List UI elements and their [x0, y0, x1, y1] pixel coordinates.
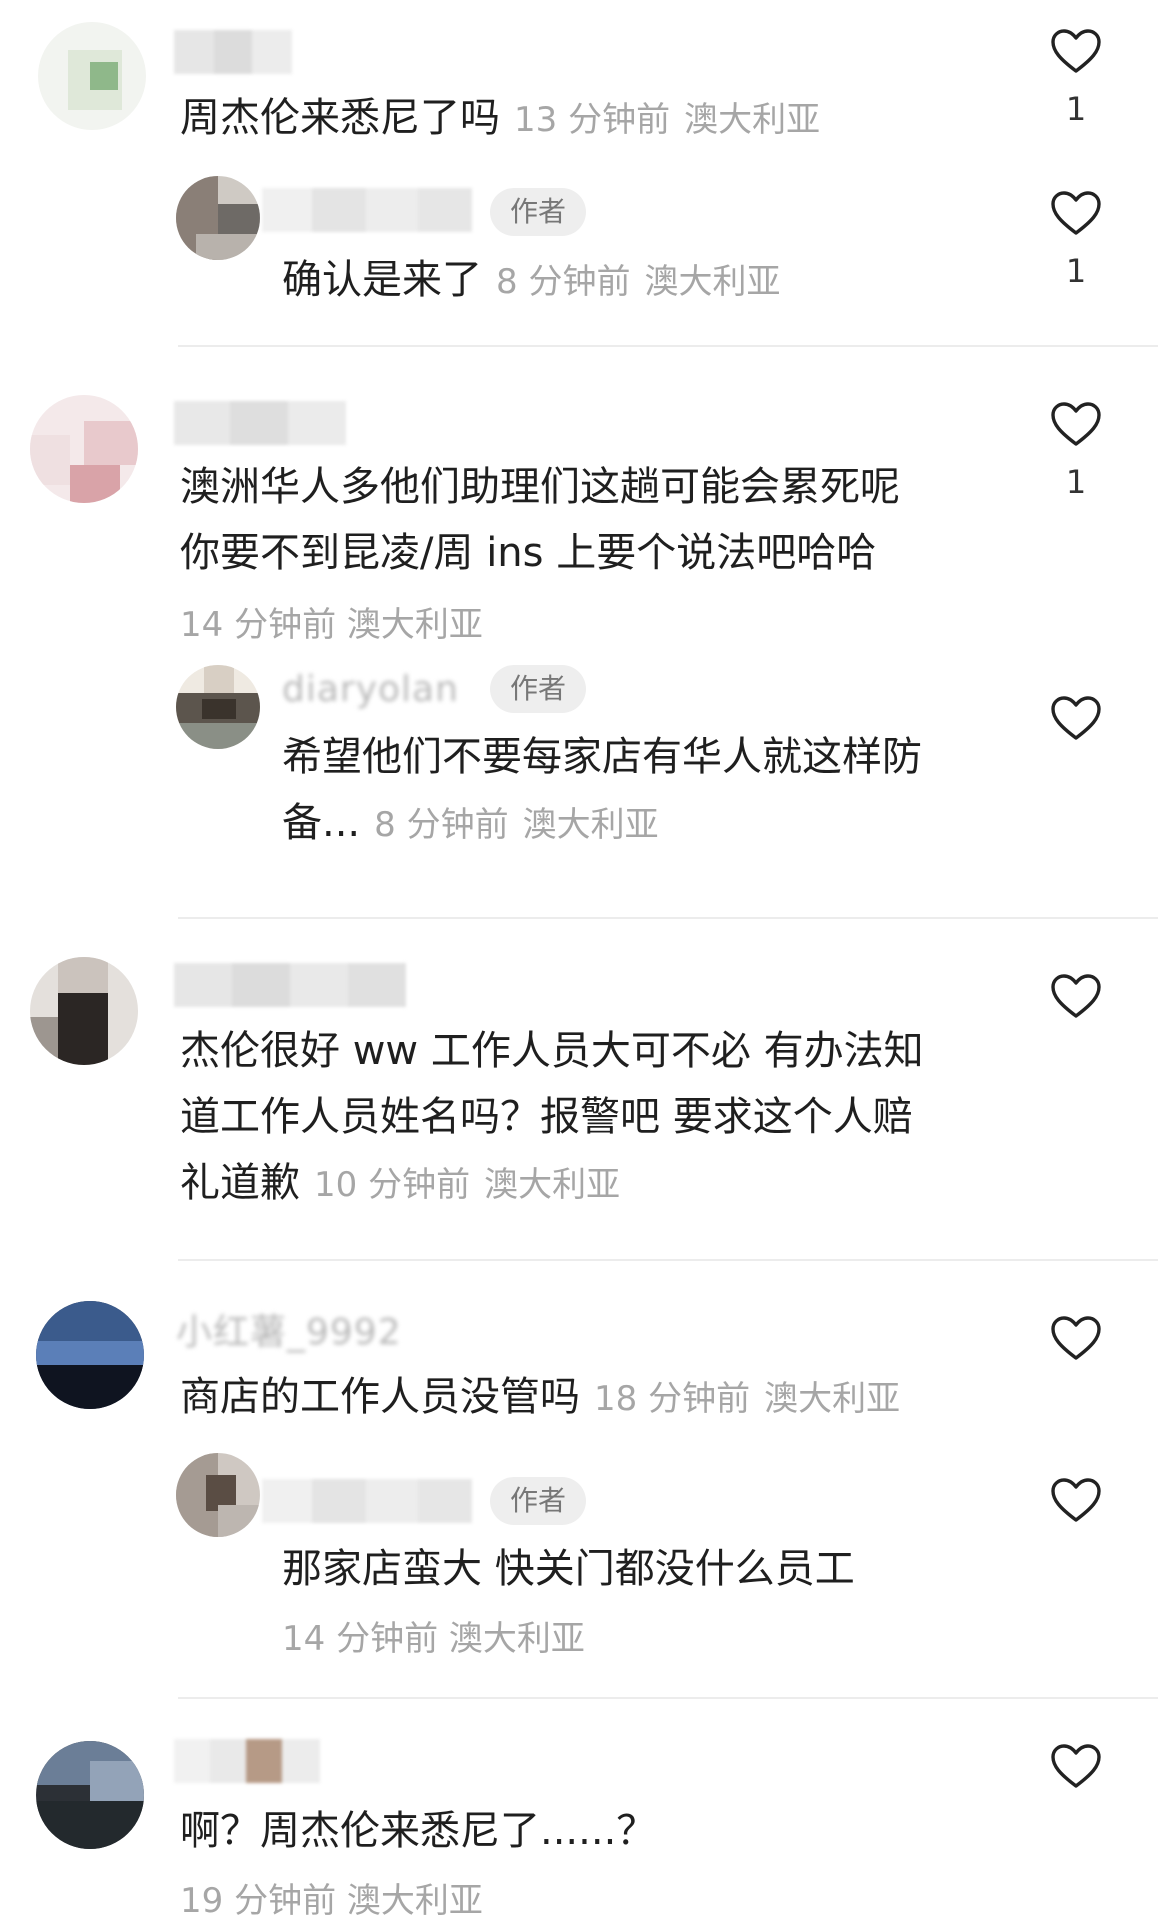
reply-time: 8 分钟前	[496, 262, 631, 302]
reply-text[interactable]: 确认是来了 8 分钟前 澳大利亚	[282, 247, 780, 315]
comment-location: 澳大利亚	[684, 100, 821, 140]
comment-text[interactable]: 啊？周杰伦来悉尼了......？	[180, 1798, 656, 1864]
comment-line: 道工作人员姓名吗？报警吧 要求这个人赔	[180, 1094, 913, 1140]
reply-username-blurred[interactable]: diaryolan	[282, 669, 459, 710]
comment-meta: 19 分钟前 澳大利亚	[180, 1873, 483, 1922]
reply-time: 14 分钟前	[282, 1619, 439, 1659]
comment-time: 18 分钟前	[594, 1379, 751, 1419]
reply-like-button[interactable]	[1048, 695, 1104, 741]
comment-item: 周杰伦来悉尼了吗 13 分钟前 澳大利亚 1 作者 确认是来了 8 分钟前 澳大利亚 1	[0, 0, 1158, 345]
username-blurred[interactable]	[174, 1739, 320, 1783]
like-button[interactable]: 1	[1048, 401, 1104, 501]
comment-location: 澳大利亚	[346, 605, 483, 645]
heart-outline-icon	[1051, 402, 1101, 446]
comment-time: 13 分钟前	[514, 100, 671, 140]
reply-username-blurred[interactable]	[262, 1479, 472, 1523]
heart-outline-icon	[1051, 29, 1101, 73]
username-blurred[interactable]: 小红薯_9992	[176, 1303, 402, 1355]
username-blurred[interactable]	[174, 401, 346, 445]
reply-content: 那家店蛮大 快关门都没什么员工	[282, 1546, 855, 1592]
avatar[interactable]	[36, 1301, 144, 1409]
like-count: 1	[1065, 252, 1087, 290]
reply-like-button[interactable]: 1	[1048, 190, 1104, 290]
heart-outline-icon	[1051, 974, 1101, 1018]
comment-item: 杰伦很好 ww 工作人员大可不必 有办法知 道工作人员姓名吗？报警吧 要求这个人…	[0, 919, 1158, 1259]
like-count: 1	[1065, 463, 1087, 501]
reply-line: 备...	[282, 800, 361, 846]
comment-item: 小红薯_9992 商店的工作人员没管吗 18 分钟前 澳大利亚 作者 那家店蛮大 快…	[0, 1261, 1158, 1697]
comment-time: 14 分钟前	[180, 605, 337, 645]
author-badge: 作者	[490, 188, 587, 236]
reply-line: 希望他们不要每家店有华人就这样防	[282, 734, 922, 780]
comment-content: 啊？周杰伦来悉尼了......？	[180, 1808, 657, 1854]
heart-outline-icon	[1051, 696, 1101, 740]
username-blurred[interactable]	[174, 30, 292, 74]
heart-outline-icon	[1051, 1316, 1101, 1360]
like-button[interactable]: 1	[1048, 28, 1104, 128]
comment-location: 澳大利亚	[764, 1379, 901, 1419]
avatar[interactable]	[36, 1741, 144, 1849]
reply-text[interactable]: 希望他们不要每家店有华人就这样防	[282, 724, 922, 790]
username-blurred[interactable]	[174, 963, 406, 1007]
reply-avatar[interactable]	[176, 665, 260, 749]
comment-time: 10 分钟前	[314, 1165, 471, 1205]
comment-content: 周杰伦来悉尼了吗	[180, 95, 500, 141]
comment-line: 杰伦很好 ww 工作人员大可不必 有办法知	[180, 1028, 924, 1074]
comment-text[interactable]: 商店的工作人员没管吗 18 分钟前 澳大利亚	[180, 1364, 900, 1432]
comment-item: 澳洲华人多他们助理们这趟可能会累死呢 你要不到昆凌/周 ins 上要个说法吧哈哈…	[0, 347, 1158, 917]
comment-content: 商店的工作人员没管吗	[180, 1374, 580, 1420]
reply-text-line2[interactable]: 备... 8 分钟前 澳大利亚	[282, 790, 659, 858]
comment-line: 你要不到昆凌/周 ins 上要个说法吧哈哈	[180, 530, 877, 576]
comment-meta: 14 分钟前 澳大利亚	[180, 597, 483, 646]
avatar[interactable]	[38, 22, 146, 130]
comment-location: 澳大利亚	[346, 1881, 483, 1921]
avatar[interactable]	[30, 395, 138, 503]
like-button[interactable]	[1048, 973, 1104, 1019]
reply-meta: 14 分钟前 澳大利亚	[282, 1611, 585, 1660]
avatar[interactable]	[30, 957, 138, 1065]
comment-text-line2[interactable]: 道工作人员姓名吗？报警吧 要求这个人赔	[180, 1084, 913, 1150]
like-button[interactable]	[1048, 1743, 1104, 1789]
comment-text[interactable]: 周杰伦来悉尼了吗 13 分钟前 澳大利亚	[180, 85, 820, 153]
heart-outline-icon	[1051, 1478, 1101, 1522]
comment-item: 啊？周杰伦来悉尼了......？ 19 分钟前 澳大利亚	[0, 1699, 1158, 1925]
reply-time: 8 分钟前	[374, 805, 509, 845]
reply-avatar[interactable]	[176, 176, 260, 260]
comment-time: 19 分钟前	[180, 1881, 337, 1921]
comment-location: 澳大利亚	[484, 1165, 621, 1205]
reply-username-blurred[interactable]	[262, 188, 472, 232]
like-count: 1	[1065, 90, 1087, 128]
reply-content: 确认是来了	[282, 257, 482, 303]
comment-text[interactable]: 杰伦很好 ww 工作人员大可不必 有办法知	[180, 1018, 924, 1084]
heart-outline-icon	[1051, 1744, 1101, 1788]
comment-line: 澳洲华人多他们助理们这趟可能会累死呢	[180, 464, 900, 510]
like-button[interactable]	[1048, 1315, 1104, 1361]
comment-text[interactable]: 澳洲华人多他们助理们这趟可能会累死呢	[180, 454, 900, 520]
comment-text-line3[interactable]: 礼道歉 10 分钟前 澳大利亚	[180, 1150, 620, 1218]
reply-like-button[interactable]	[1048, 1477, 1104, 1523]
reply-location: 澳大利亚	[522, 805, 659, 845]
comment-line: 礼道歉	[180, 1160, 300, 1206]
reply-avatar[interactable]	[176, 1453, 260, 1537]
author-badge: 作者	[490, 1477, 587, 1525]
author-badge: 作者	[490, 665, 587, 713]
reply-location: 澳大利亚	[448, 1619, 585, 1659]
heart-outline-icon	[1051, 191, 1101, 235]
comment-text-line2[interactable]: 你要不到昆凌/周 ins 上要个说法吧哈哈	[180, 520, 876, 586]
reply-text[interactable]: 那家店蛮大 快关门都没什么员工	[282, 1536, 855, 1602]
comment-thread: 周杰伦来悉尼了吗 13 分钟前 澳大利亚 1 作者 确认是来了 8 分钟前 澳大利亚 1	[0, 0, 1158, 1925]
reply-location: 澳大利亚	[644, 262, 781, 302]
